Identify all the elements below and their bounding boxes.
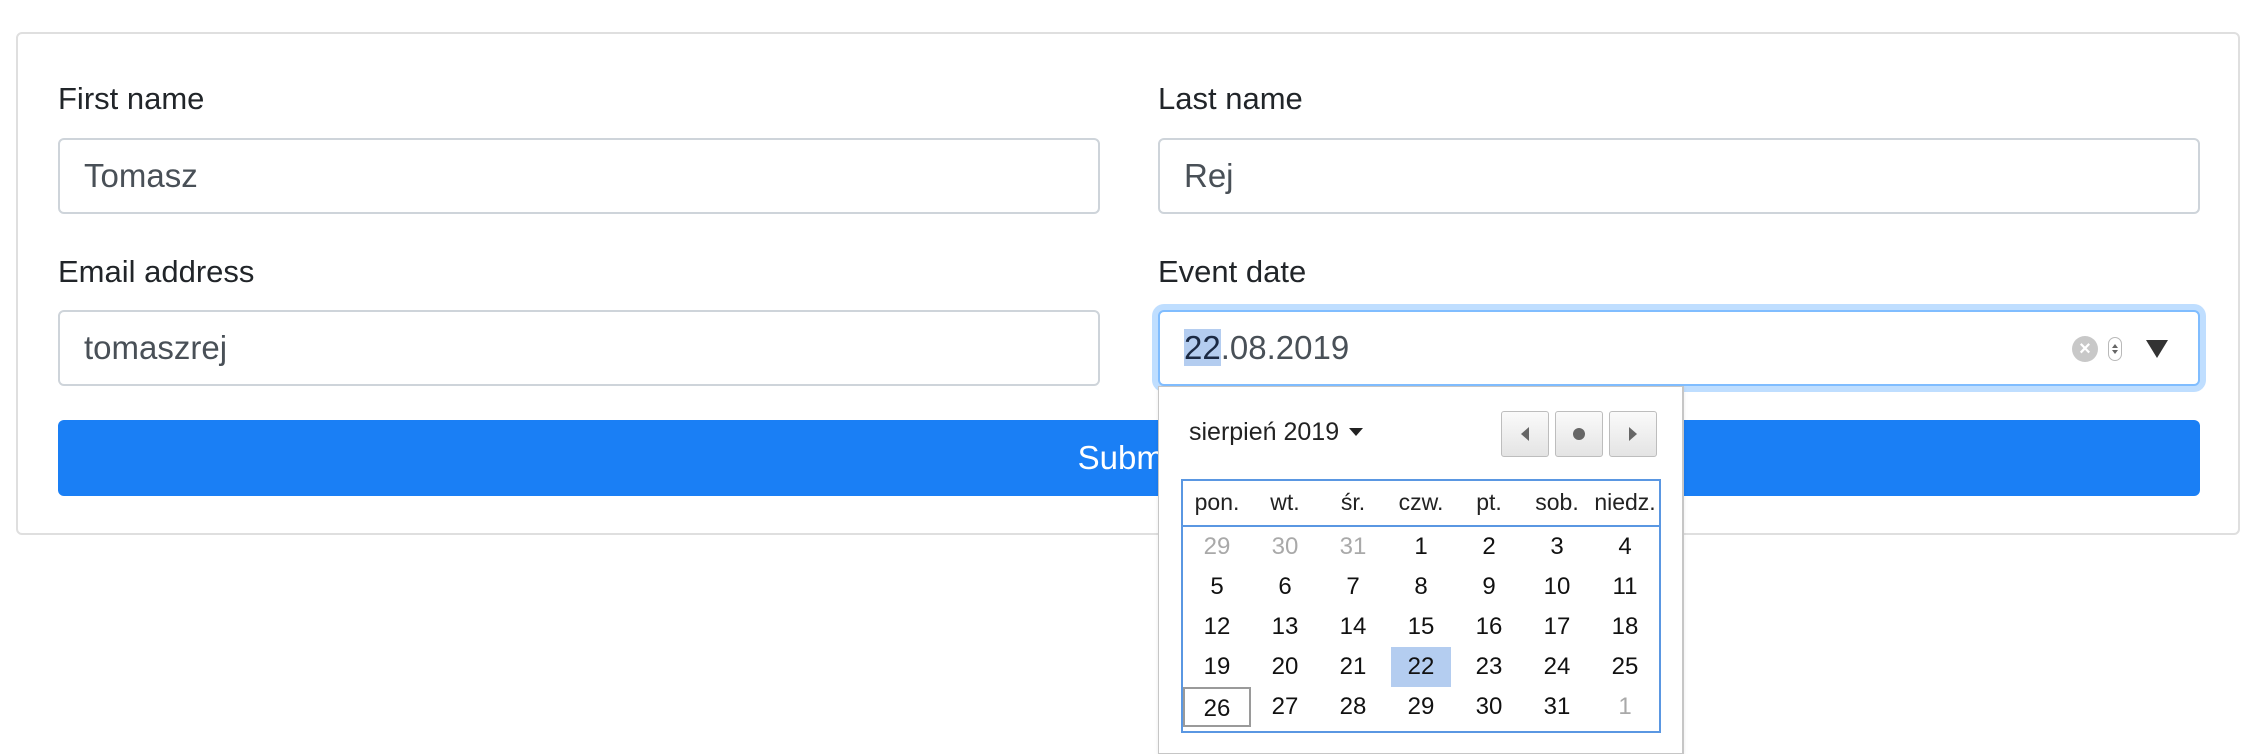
calendar-day[interactable]: 2 [1455, 527, 1523, 567]
calendar-day[interactable]: 28 [1319, 687, 1387, 727]
event-date-label: Event date [1158, 254, 1307, 289]
weekday-label: pon. [1194, 489, 1240, 515]
calendar-day[interactable]: 24 [1523, 647, 1591, 687]
calendar-day[interactable]: 31 [1319, 527, 1387, 567]
calendar-grid: pon. wt. śr. czw. pt. sob. niedz. 29 30 31 1 2 3 4 5 6… [1181, 479, 1661, 733]
calendar-day[interactable]: 10 [1523, 567, 1591, 607]
calendar-day[interactable]: 31 [1523, 687, 1591, 727]
calendar-day[interactable]: 20 [1251, 647, 1319, 687]
calendar-day[interactable]: 30 [1455, 687, 1523, 727]
weekday-label: czw. [1398, 489, 1444, 515]
calendar-day[interactable]: 6 [1251, 567, 1319, 607]
dot-icon [1573, 428, 1585, 440]
arrow-right-icon [1629, 427, 1637, 441]
calendar-day[interactable]: 25 [1591, 647, 1659, 687]
today-button[interactable] [1555, 411, 1603, 457]
calendar-day[interactable]: 16 [1455, 607, 1523, 647]
calendar-day[interactable]: 13 [1251, 607, 1319, 647]
calendar-day[interactable]: 14 [1319, 607, 1387, 647]
clear-icon[interactable]: × [2072, 336, 2098, 362]
calendar-day[interactable]: 3 [1523, 527, 1591, 567]
last-name-label: Last name [1158, 81, 1303, 116]
last-name-input[interactable]: Rej [1158, 138, 2200, 214]
caret-down-icon [1349, 428, 1364, 436]
calendar-day[interactable]: 5 [1183, 567, 1251, 607]
first-name-label: First name [58, 81, 205, 116]
calendar-day[interactable]: 23 [1455, 647, 1523, 687]
calendar-day[interactable]: 18 [1591, 607, 1659, 647]
weekday-label: śr. [1340, 489, 1366, 515]
prev-month-button[interactable] [1501, 411, 1549, 457]
calendar-day[interactable]: 12 [1183, 607, 1251, 647]
weekday-label: wt. [1270, 489, 1300, 515]
calendar-day[interactable]: 8 [1387, 567, 1455, 607]
next-month-button[interactable] [1609, 411, 1657, 457]
weekday-header: pon. wt. śr. czw. pt. sob. niedz. [1183, 481, 1659, 527]
submit-button[interactable]: Submit [58, 420, 2200, 496]
calendar-day[interactable]: 7 [1319, 567, 1387, 607]
weekday-label: pt. [1476, 489, 1502, 515]
calendar-day[interactable]: 21 [1319, 647, 1387, 687]
calendar-days: 29 30 31 1 2 3 4 5 6 7 8 9 10 11 12 13 14 15 16 17 18 19 20 21 2… [1183, 527, 1659, 727]
calendar-day-today[interactable]: 26 [1183, 687, 1251, 727]
calendar-day[interactable]: 30 [1251, 527, 1319, 567]
calendar-day[interactable]: 1 [1591, 687, 1659, 727]
spinner-icon[interactable] [2108, 337, 2122, 361]
email-input[interactable]: tomaszrej [58, 310, 1100, 386]
date-day-segment[interactable]: 22 [1184, 329, 1221, 366]
dropdown-arrow-icon[interactable] [2146, 340, 2168, 358]
date-controls: × [2072, 334, 2168, 364]
calendar-day[interactable]: 9 [1455, 567, 1523, 607]
weekday-label: sob. [1535, 489, 1579, 515]
calendar-day[interactable]: 27 [1251, 687, 1319, 727]
email-label: Email address [58, 254, 255, 289]
first-name-input[interactable]: Tomasz [58, 138, 1100, 214]
month-year-label: sierpień 2019 [1189, 418, 1340, 446]
arrow-left-icon [1521, 427, 1529, 441]
weekday-label: niedz. [1594, 489, 1656, 515]
calendar-day[interactable]: 29 [1183, 527, 1251, 567]
event-date-input[interactable]: 22.08.2019 × [1158, 310, 2200, 386]
calendar-day[interactable]: 4 [1591, 527, 1659, 567]
datepicker-popup: sierpień 2019 pon. wt. śr. czw. pt. sob. niedz… [1158, 386, 1684, 754]
calendar-day[interactable]: 29 [1387, 687, 1455, 727]
calendar-day[interactable]: 19 [1183, 647, 1251, 687]
calendar-day[interactable]: 1 [1387, 527, 1455, 567]
calendar-day[interactable]: 15 [1387, 607, 1455, 647]
calendar-day[interactable]: 17 [1523, 607, 1591, 647]
calendar-day-selected[interactable]: 22 [1391, 647, 1451, 687]
calendar-day[interactable]: 11 [1591, 567, 1659, 607]
date-rest-segment[interactable]: .08.2019 [1221, 329, 1349, 366]
month-year-selector[interactable]: sierpień 2019 [1189, 417, 1364, 447]
